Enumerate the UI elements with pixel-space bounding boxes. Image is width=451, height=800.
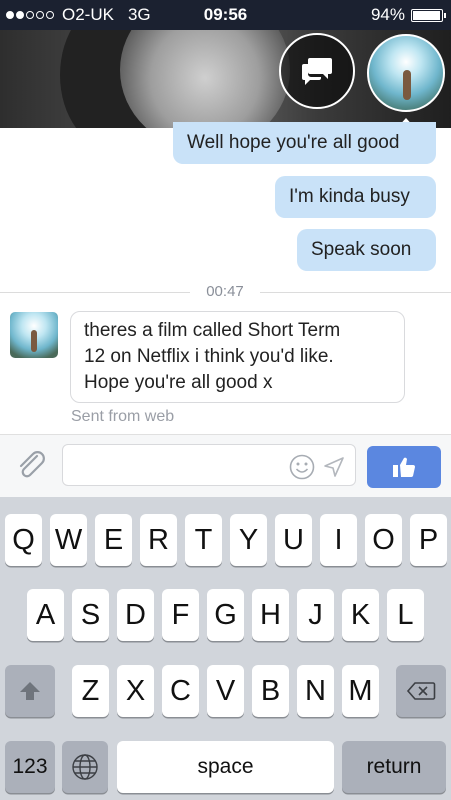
numbers-key[interactable]: 123 [5, 741, 55, 793]
incoming-message[interactable]: theres a film called Short Term 12 on Ne… [70, 311, 405, 403]
shift-key[interactable] [5, 665, 55, 717]
backspace-icon [406, 682, 436, 700]
battery-status: 94% [370, 5, 446, 25]
key-v[interactable]: V [207, 665, 244, 717]
key-i[interactable]: I [320, 514, 357, 566]
message-line: Hope you're all good x [84, 372, 273, 393]
key-t[interactable]: T [185, 514, 222, 566]
globe-key[interactable] [62, 741, 108, 793]
sent-from-label: Sent from web [71, 408, 175, 425]
key-e[interactable]: E [95, 514, 132, 566]
key-m[interactable]: M [342, 665, 379, 717]
message-text-field[interactable] [71, 445, 295, 485]
paperclip-icon[interactable] [15, 449, 49, 488]
battery-percent: 94% [370, 5, 405, 24]
key-z[interactable]: Z [72, 665, 109, 717]
key-h[interactable]: H [252, 589, 289, 641]
key-r[interactable]: R [140, 514, 177, 566]
key-w[interactable]: W [50, 514, 87, 566]
key-g[interactable]: G [207, 589, 244, 641]
outgoing-message[interactable]: I'm kinda busy [275, 176, 436, 218]
shift-icon [20, 682, 40, 700]
key-q[interactable]: Q [5, 514, 42, 566]
key-n[interactable]: N [297, 665, 334, 717]
profile-avatar[interactable] [367, 34, 445, 112]
key-u[interactable]: U [275, 514, 312, 566]
key-c[interactable]: C [162, 665, 199, 717]
like-button[interactable] [367, 446, 441, 488]
key-s[interactable]: S [72, 589, 109, 641]
key-j[interactable]: J [297, 589, 334, 641]
keyboard: Q W E R T Y U I O P A S D F G H J K L Z … [0, 497, 451, 800]
message-line: theres a film called Short Term [84, 320, 341, 341]
key-o[interactable]: O [365, 514, 402, 566]
key-d[interactable]: D [117, 589, 154, 641]
status-bar: O2-UK 3G 09:56 94% [0, 0, 451, 30]
message-line: 12 on Netflix i think you'd like. [84, 346, 334, 367]
key-x[interactable]: X [117, 665, 154, 717]
sender-avatar[interactable] [10, 312, 58, 358]
return-key[interactable]: return [342, 741, 446, 793]
globe-icon [72, 754, 98, 780]
key-p[interactable]: P [410, 514, 447, 566]
chat-bubbles-icon[interactable] [279, 33, 355, 109]
space-key[interactable]: space [117, 741, 334, 793]
message-timestamp: 00:47 [190, 283, 260, 300]
smiley-icon[interactable] [289, 454, 315, 485]
key-k[interactable]: K [342, 589, 379, 641]
key-f[interactable]: F [162, 589, 199, 641]
key-a[interactable]: A [27, 589, 64, 641]
outgoing-message[interactable]: Speak soon [297, 229, 436, 271]
send-arrow-icon[interactable] [322, 455, 346, 484]
key-y[interactable]: Y [230, 514, 267, 566]
outgoing-message[interactable]: Well hope you're all good [173, 122, 436, 164]
thumbs-up-icon [393, 457, 415, 478]
key-b[interactable]: B [252, 665, 289, 717]
backspace-key[interactable] [396, 665, 446, 717]
key-l[interactable]: L [387, 589, 424, 641]
battery-icon [411, 8, 446, 22]
